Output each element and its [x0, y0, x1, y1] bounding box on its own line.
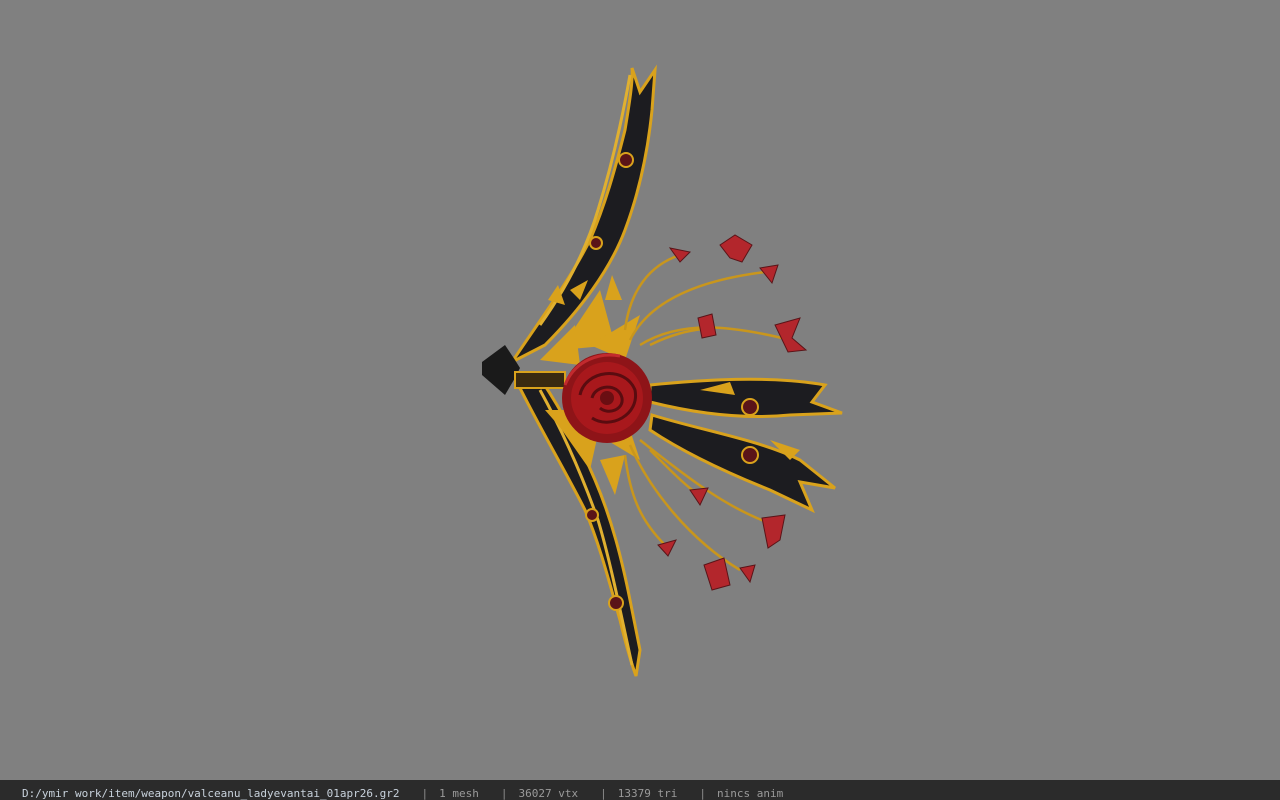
red-rose — [562, 353, 652, 443]
status-bar: D:/ymir work/item/weapon/valceanu_ladyev… — [0, 780, 1280, 800]
status-separator: | — [421, 787, 429, 800]
vertex-count: 36027 vtx — [518, 787, 579, 800]
triangle-count: 13379 tri — [617, 787, 678, 800]
ornate-rose-bow-model — [482, 64, 843, 677]
3d-viewport[interactable] — [0, 0, 1280, 780]
status-separator: | — [500, 787, 508, 800]
mesh-count: 1 mesh — [439, 787, 479, 800]
dark-blades — [648, 377, 843, 514]
animation-status: nincs anim — [716, 787, 784, 800]
file-path-label: D:/ymir work/item/weapon/valceanu_ladyev… — [22, 787, 400, 800]
status-separator: | — [600, 787, 607, 800]
status-separator: | — [699, 787, 706, 800]
